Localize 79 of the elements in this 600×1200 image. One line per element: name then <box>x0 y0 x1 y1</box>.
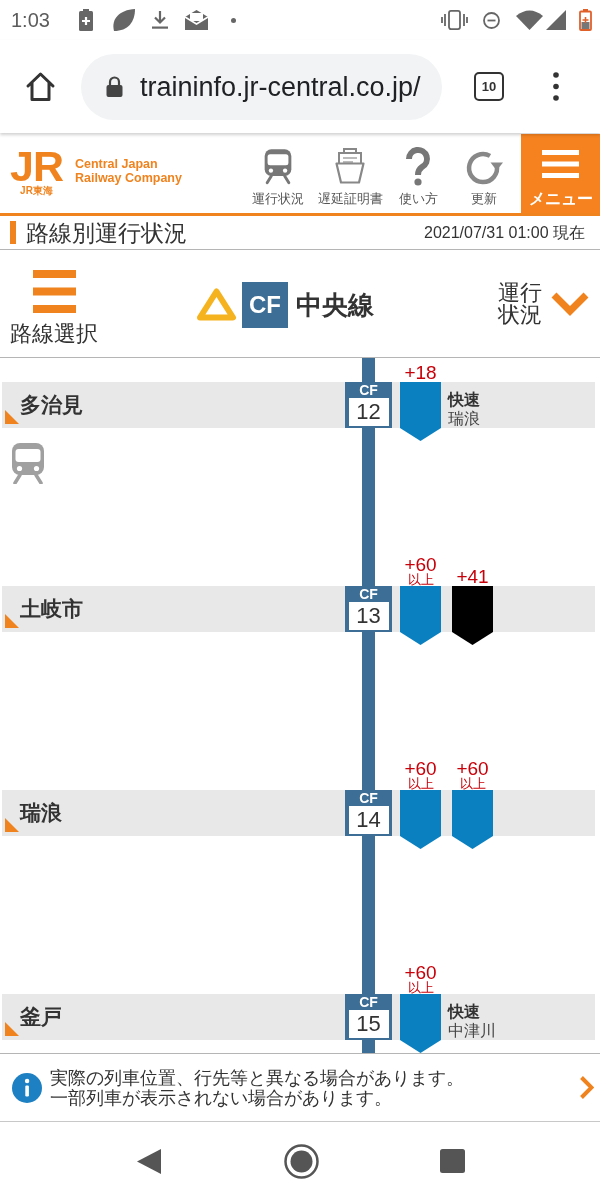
chevron-right-icon[interactable] <box>579 1075 594 1100</box>
delay-label: +60 <box>404 760 437 778</box>
station-number: 14 <box>348 806 389 834</box>
title-accent-bar <box>10 221 16 244</box>
delay-label: +60 <box>404 556 437 574</box>
menu-icon <box>32 270 76 313</box>
line-code: CF <box>359 383 378 397</box>
notice-text: 一部列車が表示されない場合があります。 <box>50 1087 393 1108</box>
train-type: 快速 <box>448 390 480 409</box>
line-name: 中央線 <box>296 289 374 320</box>
minus-circle-icon <box>483 11 500 29</box>
battery-icon <box>579 9 592 31</box>
delay-label: +41 <box>456 568 489 586</box>
lock-icon <box>105 75 124 98</box>
company-name: Central Japan Railway Company <box>74 157 182 187</box>
route-select-button[interactable]: 路線選択 <box>10 270 98 346</box>
logo-subtitle: JR東海 <box>20 185 53 197</box>
marker-icon[interactable] <box>452 586 493 645</box>
delay-note: 以上 <box>407 982 434 994</box>
station-number: 13 <box>348 602 389 630</box>
corner-triangle-icon <box>5 1022 19 1036</box>
line-code-badge: CF <box>242 281 288 328</box>
back-icon[interactable] <box>137 1148 161 1174</box>
delay-label: +18 <box>404 364 437 382</box>
marker-icon[interactable] <box>400 382 441 441</box>
more-icon[interactable] <box>553 72 559 101</box>
address-field[interactable]: traininfo.jr-central.co.jp/ <box>81 53 442 120</box>
timestamp: 2021/07/31 01:00 現在 <box>424 222 585 243</box>
station-name[interactable]: 瑞浪 <box>20 801 62 825</box>
notice-text: 実際の列車位置、行先等と異なる場合があります。 <box>50 1067 464 1088</box>
chevron-down-icon <box>550 291 590 316</box>
envelope-icon <box>185 10 208 30</box>
station-number: 15 <box>348 1010 389 1038</box>
logo-mark: JR <box>10 147 63 185</box>
delay-note: 以上 <box>407 574 434 586</box>
marker-icon[interactable] <box>452 790 493 849</box>
delay-certificate-button[interactable]: 遅延証明書 <box>315 133 385 213</box>
tab-switcher-button[interactable]: 10 <box>474 72 504 101</box>
line-code: CF <box>359 995 378 1009</box>
leaf-icon <box>111 9 135 31</box>
station-name[interactable]: 多治見 <box>20 393 83 417</box>
home-icon[interactable] <box>284 1143 319 1179</box>
train-type: 快速 <box>448 1002 481 1021</box>
wifi-icon <box>516 10 543 30</box>
marker-icon[interactable] <box>400 994 441 1053</box>
train-destination: 中津川 <box>448 1021 496 1040</box>
station-number: 12 <box>348 398 389 426</box>
home-icon[interactable] <box>25 71 56 102</box>
delay-label: +60 <box>404 964 437 982</box>
line-code: CF <box>359 791 378 805</box>
refresh-button[interactable]: 更新 <box>451 133 517 213</box>
status-time: 1:03 <box>11 8 51 32</box>
menu-icon <box>542 150 579 178</box>
marker-icon[interactable] <box>400 586 441 645</box>
train-destination: 瑞浪 <box>448 409 480 428</box>
delay-note: 以上 <box>407 778 434 790</box>
line-code: CF <box>359 587 378 601</box>
battery-plus-icon <box>79 9 93 31</box>
signal-icon <box>546 10 566 30</box>
help-button[interactable]: 使い方 <box>385 133 451 213</box>
vibrate-icon <box>441 10 468 30</box>
page-title: 路線別運行状況 <box>26 218 187 247</box>
train-status-button[interactable]: 運行状況 <box>240 133 315 213</box>
corner-triangle-icon <box>5 410 19 424</box>
corner-triangle-icon <box>5 818 19 832</box>
corner-triangle-icon <box>5 614 19 628</box>
station-name[interactable]: 土岐市 <box>20 597 83 621</box>
document-icon <box>335 148 365 184</box>
help-icon <box>403 146 433 186</box>
status-dropdown-button[interactable]: 運行状況 <box>498 281 590 326</box>
url-text: traininfo.jr-central.co.jp/ <box>140 70 421 103</box>
download-icon <box>152 11 168 29</box>
info-icon <box>12 1072 42 1103</box>
train-icon <box>262 147 293 185</box>
marker-icon[interactable] <box>400 790 441 849</box>
delay-note: 以上 <box>459 778 486 790</box>
dot-icon <box>231 17 236 23</box>
station-name[interactable]: 釜戸 <box>20 1005 62 1029</box>
delay-label: +60 <box>456 760 489 778</box>
